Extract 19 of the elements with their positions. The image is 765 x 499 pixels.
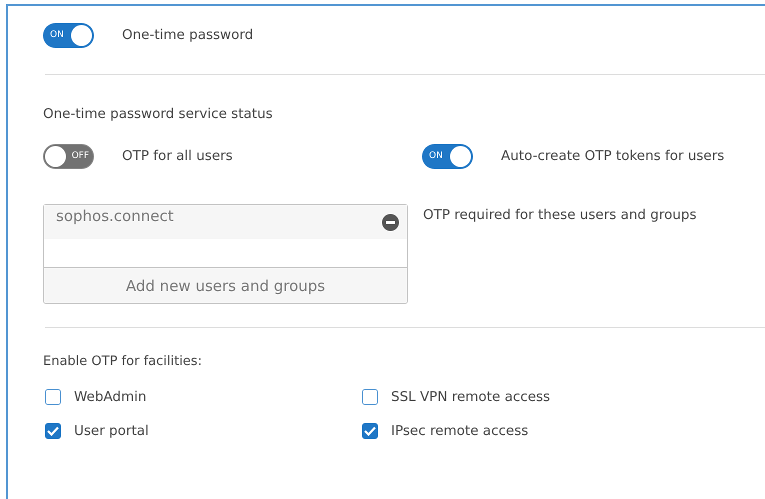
toggle-switch[interactable]: OFF bbox=[43, 144, 94, 168]
remove-icon[interactable] bbox=[382, 214, 399, 231]
toggle-switch[interactable]: ON bbox=[43, 22, 94, 48]
add-users-button[interactable]: Add new users and groups bbox=[44, 267, 407, 303]
section-heading: One-time password service status bbox=[43, 106, 274, 122]
checkbox[interactable] bbox=[45, 389, 61, 405]
checkbox[interactable] bbox=[362, 389, 378, 405]
checkbox[interactable] bbox=[362, 423, 378, 439]
toggle-label: One-time password bbox=[122, 27, 254, 43]
section-heading: Enable OTP for facilities: bbox=[43, 354, 203, 369]
checkbox-label: SSL VPN remote access bbox=[391, 389, 550, 405]
list-label: OTP required for these users and groups bbox=[423, 207, 697, 223]
toggle-label: OTP for all users bbox=[122, 148, 233, 164]
checkbox-label: IPsec remote access bbox=[391, 423, 528, 439]
toggle-switch[interactable]: ON bbox=[422, 144, 473, 168]
checkbox-label: WebAdmin bbox=[74, 389, 146, 405]
toggle-label: Auto-create OTP tokens for users bbox=[501, 148, 724, 164]
checkbox[interactable] bbox=[45, 423, 61, 439]
checkbox-label: User portal bbox=[74, 423, 149, 439]
